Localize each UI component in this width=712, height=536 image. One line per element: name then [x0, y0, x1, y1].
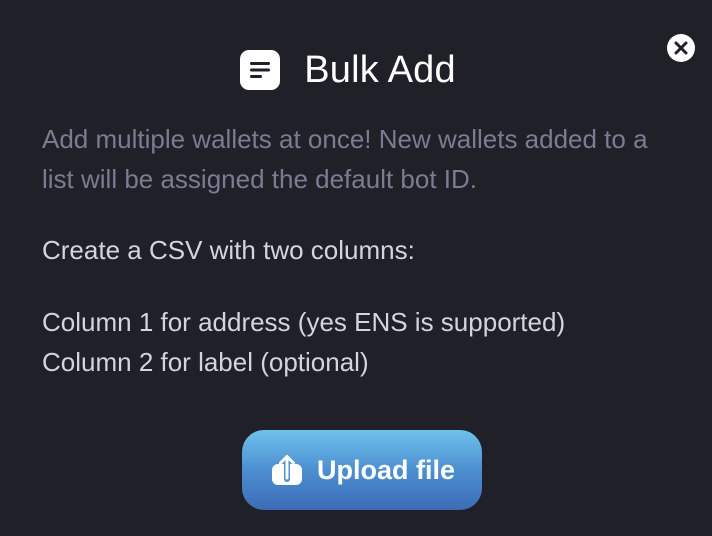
bulk-add-dialog: Bulk Add Add multiple wallets at once! N…	[0, 0, 712, 536]
upload-file-button[interactable]: Upload file	[242, 430, 482, 510]
document-lines-icon	[240, 50, 281, 90]
dialog-description: Add multiple wallets at once! New wallet…	[42, 124, 648, 194]
upload-button-label: Upload file	[316, 454, 455, 485]
upload-icon	[269, 452, 305, 488]
dialog-header: Bulk Add	[0, 48, 712, 92]
instruction-csv: Create a CSV with two columns:	[42, 235, 415, 265]
instruction-column-1: Column 1 for address (yes ENS is support…	[42, 307, 566, 337]
instruction-column-2: Column 2 for label (optional)	[42, 347, 369, 377]
dialog-title: Bulk Add	[304, 48, 456, 91]
